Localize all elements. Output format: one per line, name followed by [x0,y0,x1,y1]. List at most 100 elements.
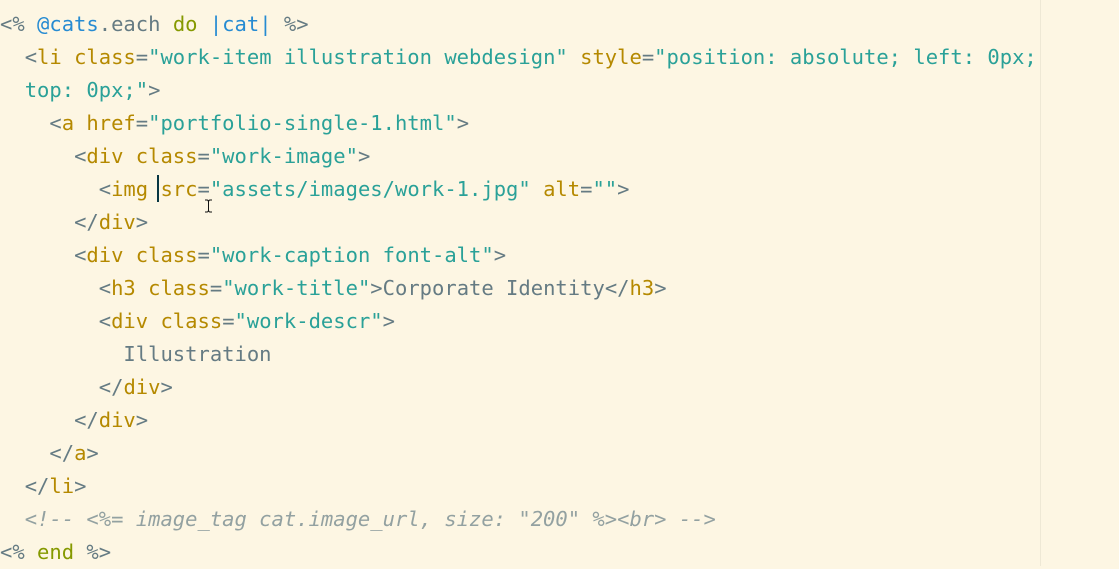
code-line[interactable]: <% @cats.each do |cat| %> [0,8,1037,41]
code-token-punct: </ [24,474,50,498]
code-line[interactable]: <div class="work-image"> [0,140,1037,173]
code-area[interactable]: <% @cats.each do |cat| %> <li class="wor… [0,8,1037,569]
code-token-val: "work-caption font-alt" [209,243,494,267]
code-token-attr: href [86,111,136,135]
code-token-punct: </ [49,441,75,465]
right-margin-guide [1040,0,1041,566]
code-token-punct: > [493,243,507,267]
code-token-erb: %> [283,12,309,36]
code-token-punct: > [135,408,149,432]
code-token-attr: class [135,144,198,168]
code-token-val: "work-image" [209,144,358,168]
code-line[interactable]: <h3 class="work-title">Corporate Identit… [0,272,1037,305]
code-token-val: "" [592,177,618,201]
code-token-punct: > [654,276,667,300]
code-token-punct: </ [74,408,99,432]
code-line[interactable]: <!-- <%= image_tag cat.image_url, size: … [0,503,1037,536]
code-token-ivar: |cat| [209,12,272,36]
code-token-punct: > [617,177,630,201]
code-token-erb: <% [0,12,38,36]
code-token-punct: < [74,144,87,168]
code-token-tag: div [98,210,136,234]
code-token-punct: > [160,375,173,399]
code-token-tag: a [61,111,75,135]
code-token-tag: li [37,45,62,69]
code-token-punct: > [456,111,470,135]
code-token-punct: </ [604,276,630,300]
code-line[interactable]: </li> [0,470,1037,503]
code-line[interactable]: <div class="work-descr"> [0,305,1037,338]
code-token-tag: a [74,441,87,465]
code-token-punct: < [98,309,112,333]
code-token-tag: h3 [629,276,655,300]
code-token-attr: src [160,177,198,201]
code-line[interactable]: </div> [0,371,1037,404]
code-token-tag: img [111,177,149,201]
code-token-text: Illustration [123,342,272,366]
code-token-punct: > [148,78,161,102]
code-token-val: "work-title" [222,276,371,300]
code-token-attr: class [135,243,198,267]
code-token-punct: = [197,177,210,201]
code-token-val: "assets/images/work-1.jpg" [209,177,531,201]
code-line[interactable]: </div> [0,206,1037,239]
code-line[interactable]: Illustration [0,338,1037,371]
code-token-attr: class [148,276,210,300]
code-line[interactable]: top: 0px;"> [0,74,1037,107]
code-editor[interactable]: <% @cats.each do |cat| %> <li class="wor… [0,0,1119,566]
code-token-val: "position: absolute; left: 0px; [654,45,1037,69]
code-token-punct: </ [98,375,124,399]
code-token-punct: = [222,309,235,333]
code-token-punct: = [135,111,149,135]
code-line[interactable]: </a> [0,437,1037,470]
code-line[interactable]: </div> [0,404,1037,437]
code-token-tag: h3 [111,276,136,300]
ibeam-cursor-icon [205,199,212,213]
code-token-punct: > [74,474,87,498]
code-token-tag: div [123,375,161,399]
code-line[interactable]: <div class="work-caption font-alt"> [0,239,1037,272]
text-caret [157,175,159,202]
code-token-erb: <% [0,540,38,564]
code-token-val: "work-item illustration webdesign" [148,45,568,69]
code-token-punct: > [135,210,149,234]
code-token-ivar: @cats [37,12,99,36]
code-token-punct: < [49,111,62,135]
code-token-punct: < [98,276,112,300]
code-token-kw: end [37,540,75,564]
code-line[interactable]: <% end %> [0,536,1037,569]
code-line[interactable]: <img src="assets/images/work-1.jpg" alt=… [0,173,1037,206]
code-token-punct: = [197,144,210,168]
code-line[interactable]: <a href="portfolio-single-1.html"> [0,107,1037,140]
code-token-tag: div [111,309,149,333]
code-token-tag: li [49,474,75,498]
code-token-val: top: 0px;" [24,78,149,102]
code-line[interactable]: <li class="work-item illustration webdes… [0,41,1037,74]
code-token-punct: = [197,243,210,267]
code-token-comment: <!-- <%= image_tag cat.image_url, size: … [24,507,716,531]
code-token-punct: > [357,144,371,168]
code-token-attr: style [580,45,642,69]
code-token-punct: > [86,441,99,465]
